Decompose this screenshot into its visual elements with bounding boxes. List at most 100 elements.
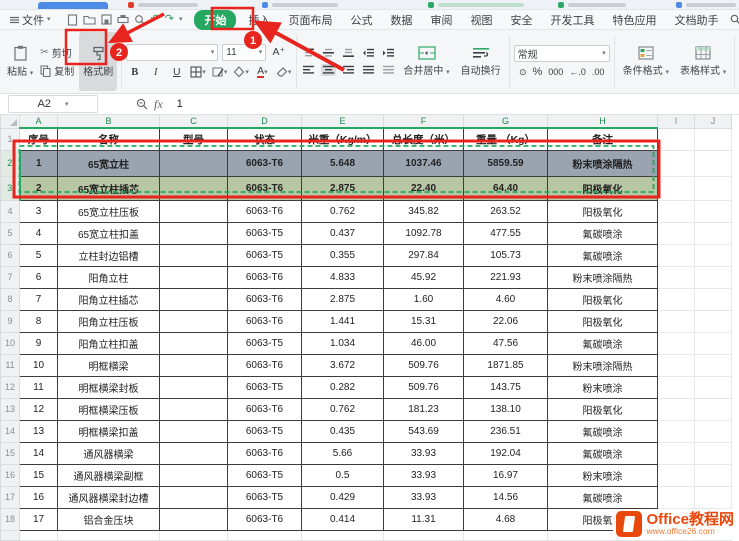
cell[interactable]	[160, 244, 228, 266]
column-header-E[interactable]: E	[302, 115, 384, 128]
empty-cell[interactable]	[658, 222, 695, 244]
cell[interactable]: 阳角立柱扣盖	[58, 332, 160, 354]
tab-data[interactable]: 数据	[384, 11, 418, 29]
cell[interactable]: 1.034	[302, 332, 384, 354]
row-header-9[interactable]: 9	[1, 310, 20, 332]
row-header-8[interactable]: 8	[1, 288, 20, 310]
empty-cell[interactable]	[695, 176, 732, 200]
cell[interactable]: 33.93	[384, 486, 464, 508]
cell[interactable]: 粉末喷涂隔热	[548, 354, 658, 376]
empty-cell[interactable]	[658, 200, 695, 222]
cell[interactable]: 6063-T6	[228, 310, 302, 332]
align-middle-button[interactable]	[321, 47, 336, 59]
empty-cell[interactable]	[658, 150, 695, 176]
empty-cell[interactable]	[658, 442, 695, 464]
redo-icon[interactable]: ↷	[165, 14, 174, 25]
cell[interactable]: 64.40	[464, 176, 548, 200]
cell[interactable]: 138.10	[464, 398, 548, 420]
align-top-button[interactable]	[301, 47, 316, 59]
empty-cell[interactable]	[302, 530, 384, 540]
tab-special-features[interactable]: 特色应用	[606, 11, 662, 29]
empty-cell[interactable]	[695, 244, 732, 266]
cell[interactable]: 阳极氧化	[548, 176, 658, 200]
cell[interactable]: 7	[20, 288, 58, 310]
empty-cell[interactable]	[658, 310, 695, 332]
cell[interactable]: 181.23	[384, 398, 464, 420]
table-header-cell[interactable]: 名称	[58, 128, 160, 150]
open-folder-icon[interactable]	[83, 14, 96, 25]
decrease-indent-button[interactable]	[361, 47, 376, 59]
cell[interactable]	[160, 200, 228, 222]
cell[interactable]: 通风器横梁	[58, 442, 160, 464]
cell[interactable]: 477.55	[464, 222, 548, 244]
window-tab[interactable]	[438, 3, 524, 7]
fx-icon[interactable]: fx	[154, 97, 163, 112]
cell[interactable]: 3.672	[302, 354, 384, 376]
empty-cell[interactable]	[695, 150, 732, 176]
empty-cell[interactable]	[20, 530, 58, 540]
wrap-text-button[interactable]: 自动换行	[457, 32, 505, 91]
cell[interactable]: 1	[20, 150, 58, 176]
underline-button[interactable]: U	[168, 65, 185, 80]
paste-button[interactable]: 粘贴 ▾	[3, 32, 37, 91]
cell[interactable]: 6063-T5	[228, 222, 302, 244]
cell[interactable]: 阳角立柱	[58, 266, 160, 288]
cell[interactable]: 0.762	[302, 200, 384, 222]
currency-format-icon[interactable]: ⊙	[519, 67, 527, 78]
cell[interactable]: 6063-T5	[228, 244, 302, 266]
cell[interactable]	[160, 398, 228, 420]
cell[interactable]: 氟碳喷涂	[548, 222, 658, 244]
cell[interactable]: 4.833	[302, 266, 384, 288]
row-header-15[interactable]: 15	[1, 442, 20, 464]
clear-format-button[interactable]: ▾	[275, 65, 293, 80]
borders-button[interactable]: ▾	[189, 65, 207, 80]
tab-dev-tools[interactable]: 开发工具	[544, 11, 600, 29]
empty-cell[interactable]	[384, 530, 464, 540]
cell[interactable]	[160, 266, 228, 288]
cell[interactable]: 345.82	[384, 200, 464, 222]
font-color-button[interactable]: A ▾	[254, 65, 271, 80]
table-header-cell[interactable]: 重量 （Kg）	[464, 128, 548, 150]
increase-indent-button[interactable]	[381, 47, 396, 59]
cell[interactable]: 6063-T6	[228, 442, 302, 464]
align-bottom-button[interactable]	[341, 47, 356, 59]
cell[interactable]: 1.441	[302, 310, 384, 332]
fill-color-button[interactable]: ▾	[232, 65, 250, 80]
empty-cell[interactable]	[658, 486, 695, 508]
tab-review[interactable]: 审阅	[424, 11, 458, 29]
column-header-C[interactable]: C	[160, 115, 228, 128]
cell[interactable]: 0.762	[302, 398, 384, 420]
column-header-F[interactable]: F	[384, 115, 464, 128]
cell[interactable]: 14	[20, 442, 58, 464]
cell[interactable]: 阳角立柱压板	[58, 310, 160, 332]
cell[interactable]: 263.52	[464, 200, 548, 222]
cell[interactable]: 65宽立柱	[58, 150, 160, 176]
cell[interactable]: 通风器横梁副框	[58, 464, 160, 486]
cell[interactable]: 16.97	[464, 464, 548, 486]
cell[interactable]	[160, 464, 228, 486]
empty-cell[interactable]	[658, 354, 695, 376]
row-header-10[interactable]: 10	[1, 332, 20, 354]
cell[interactable]: 12	[20, 398, 58, 420]
row-header-12[interactable]: 12	[1, 376, 20, 398]
cell[interactable]: 0.5	[302, 464, 384, 486]
cell[interactable]: 1037.46	[384, 150, 464, 176]
cell[interactable]: 2.875	[302, 176, 384, 200]
cell[interactable]: 1092.78	[384, 222, 464, 244]
zoom-formula-icon[interactable]	[136, 98, 148, 110]
font-size-select[interactable]: 11▾	[222, 44, 266, 61]
tab-view[interactable]: 视图	[464, 11, 498, 29]
cell[interactable]: 立柱封边铝槽	[58, 244, 160, 266]
thousands-format-icon[interactable]: 000	[548, 67, 563, 77]
chevron-down-icon[interactable]: ▾	[179, 16, 183, 23]
table-style-button[interactable]: 表格样式 ▾	[676, 32, 730, 91]
column-header-D[interactable]: D	[228, 115, 302, 128]
row-header-7[interactable]: 7	[1, 266, 20, 288]
cut-button[interactable]: ✂ 剪切	[40, 46, 74, 60]
empty-cell[interactable]	[658, 244, 695, 266]
cell[interactable]: 氟碳喷涂	[548, 244, 658, 266]
empty-cell[interactable]	[228, 530, 302, 540]
justify-button[interactable]	[361, 64, 376, 76]
cell[interactable]	[160, 420, 228, 442]
empty-cell[interactable]	[695, 398, 732, 420]
